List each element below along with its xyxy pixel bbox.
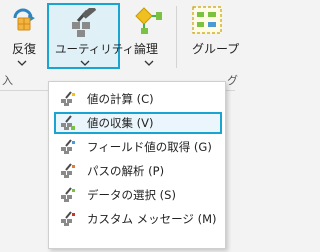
select-data-icon	[61, 187, 75, 202]
menu-item-parse-path[interactable]: パスの解析 (P)	[54, 160, 222, 182]
iterate-label: 反復	[12, 42, 37, 56]
utility-button[interactable]: ユーティリティ	[47, 3, 134, 69]
ribbon-group-caption: 入	[2, 74, 13, 87]
menu-item-custom-message[interactable]: カスタム メッセージ (M)	[54, 208, 222, 230]
menu-item-label: カスタム メッセージ (M)	[87, 212, 217, 226]
ribbon-separator	[176, 6, 177, 68]
iterate-button[interactable]: 反復	[0, 0, 44, 70]
logic-button[interactable]: 論理	[128, 0, 168, 70]
menu-item-label: 値の収集 (V)	[87, 116, 154, 130]
calculate-value-icon	[61, 91, 75, 106]
parse-path-icon	[61, 163, 75, 178]
chevron-down-icon	[80, 60, 90, 66]
logic-label: 論理	[134, 42, 159, 56]
menu-item-label: データの選択 (S)	[87, 188, 176, 202]
menu-item-get-field-value[interactable]: フィールド値の取得 (G)	[54, 136, 222, 158]
ribbon-group-caption: グ	[227, 74, 238, 87]
collect-values-icon	[61, 115, 75, 130]
ribbon: 反復 ユーティリティ 論理 グループ 入 グ	[0, 0, 239, 91]
logic-icon	[135, 7, 162, 34]
chevron-down-icon	[144, 60, 154, 66]
utility-dropdown-menu: 値の計算 (C) 値の収集 (V) フィールド値の取得 (G) パスの解析 (P…	[48, 81, 226, 249]
menu-item-label: フィールド値の取得 (G)	[87, 140, 212, 154]
group-button[interactable]: グループ	[186, 0, 239, 60]
group-icon	[192, 6, 222, 34]
chevron-down-icon	[17, 60, 27, 66]
menu-item-select-data[interactable]: データの選択 (S)	[54, 184, 222, 206]
menu-item-label: パスの解析 (P)	[87, 164, 165, 178]
utility-icon	[72, 8, 96, 37]
group-label: グループ	[192, 42, 240, 56]
custom-message-icon	[61, 211, 75, 226]
menu-item-collect-values[interactable]: 値の収集 (V)	[54, 112, 222, 134]
menu-item-label: 値の計算 (C)	[87, 92, 154, 106]
utility-label: ユーティリティ	[55, 42, 135, 56]
get-field-value-icon	[61, 139, 75, 154]
menu-item-calculate-value[interactable]: 値の計算 (C)	[54, 88, 222, 110]
iterate-icon	[13, 8, 35, 31]
